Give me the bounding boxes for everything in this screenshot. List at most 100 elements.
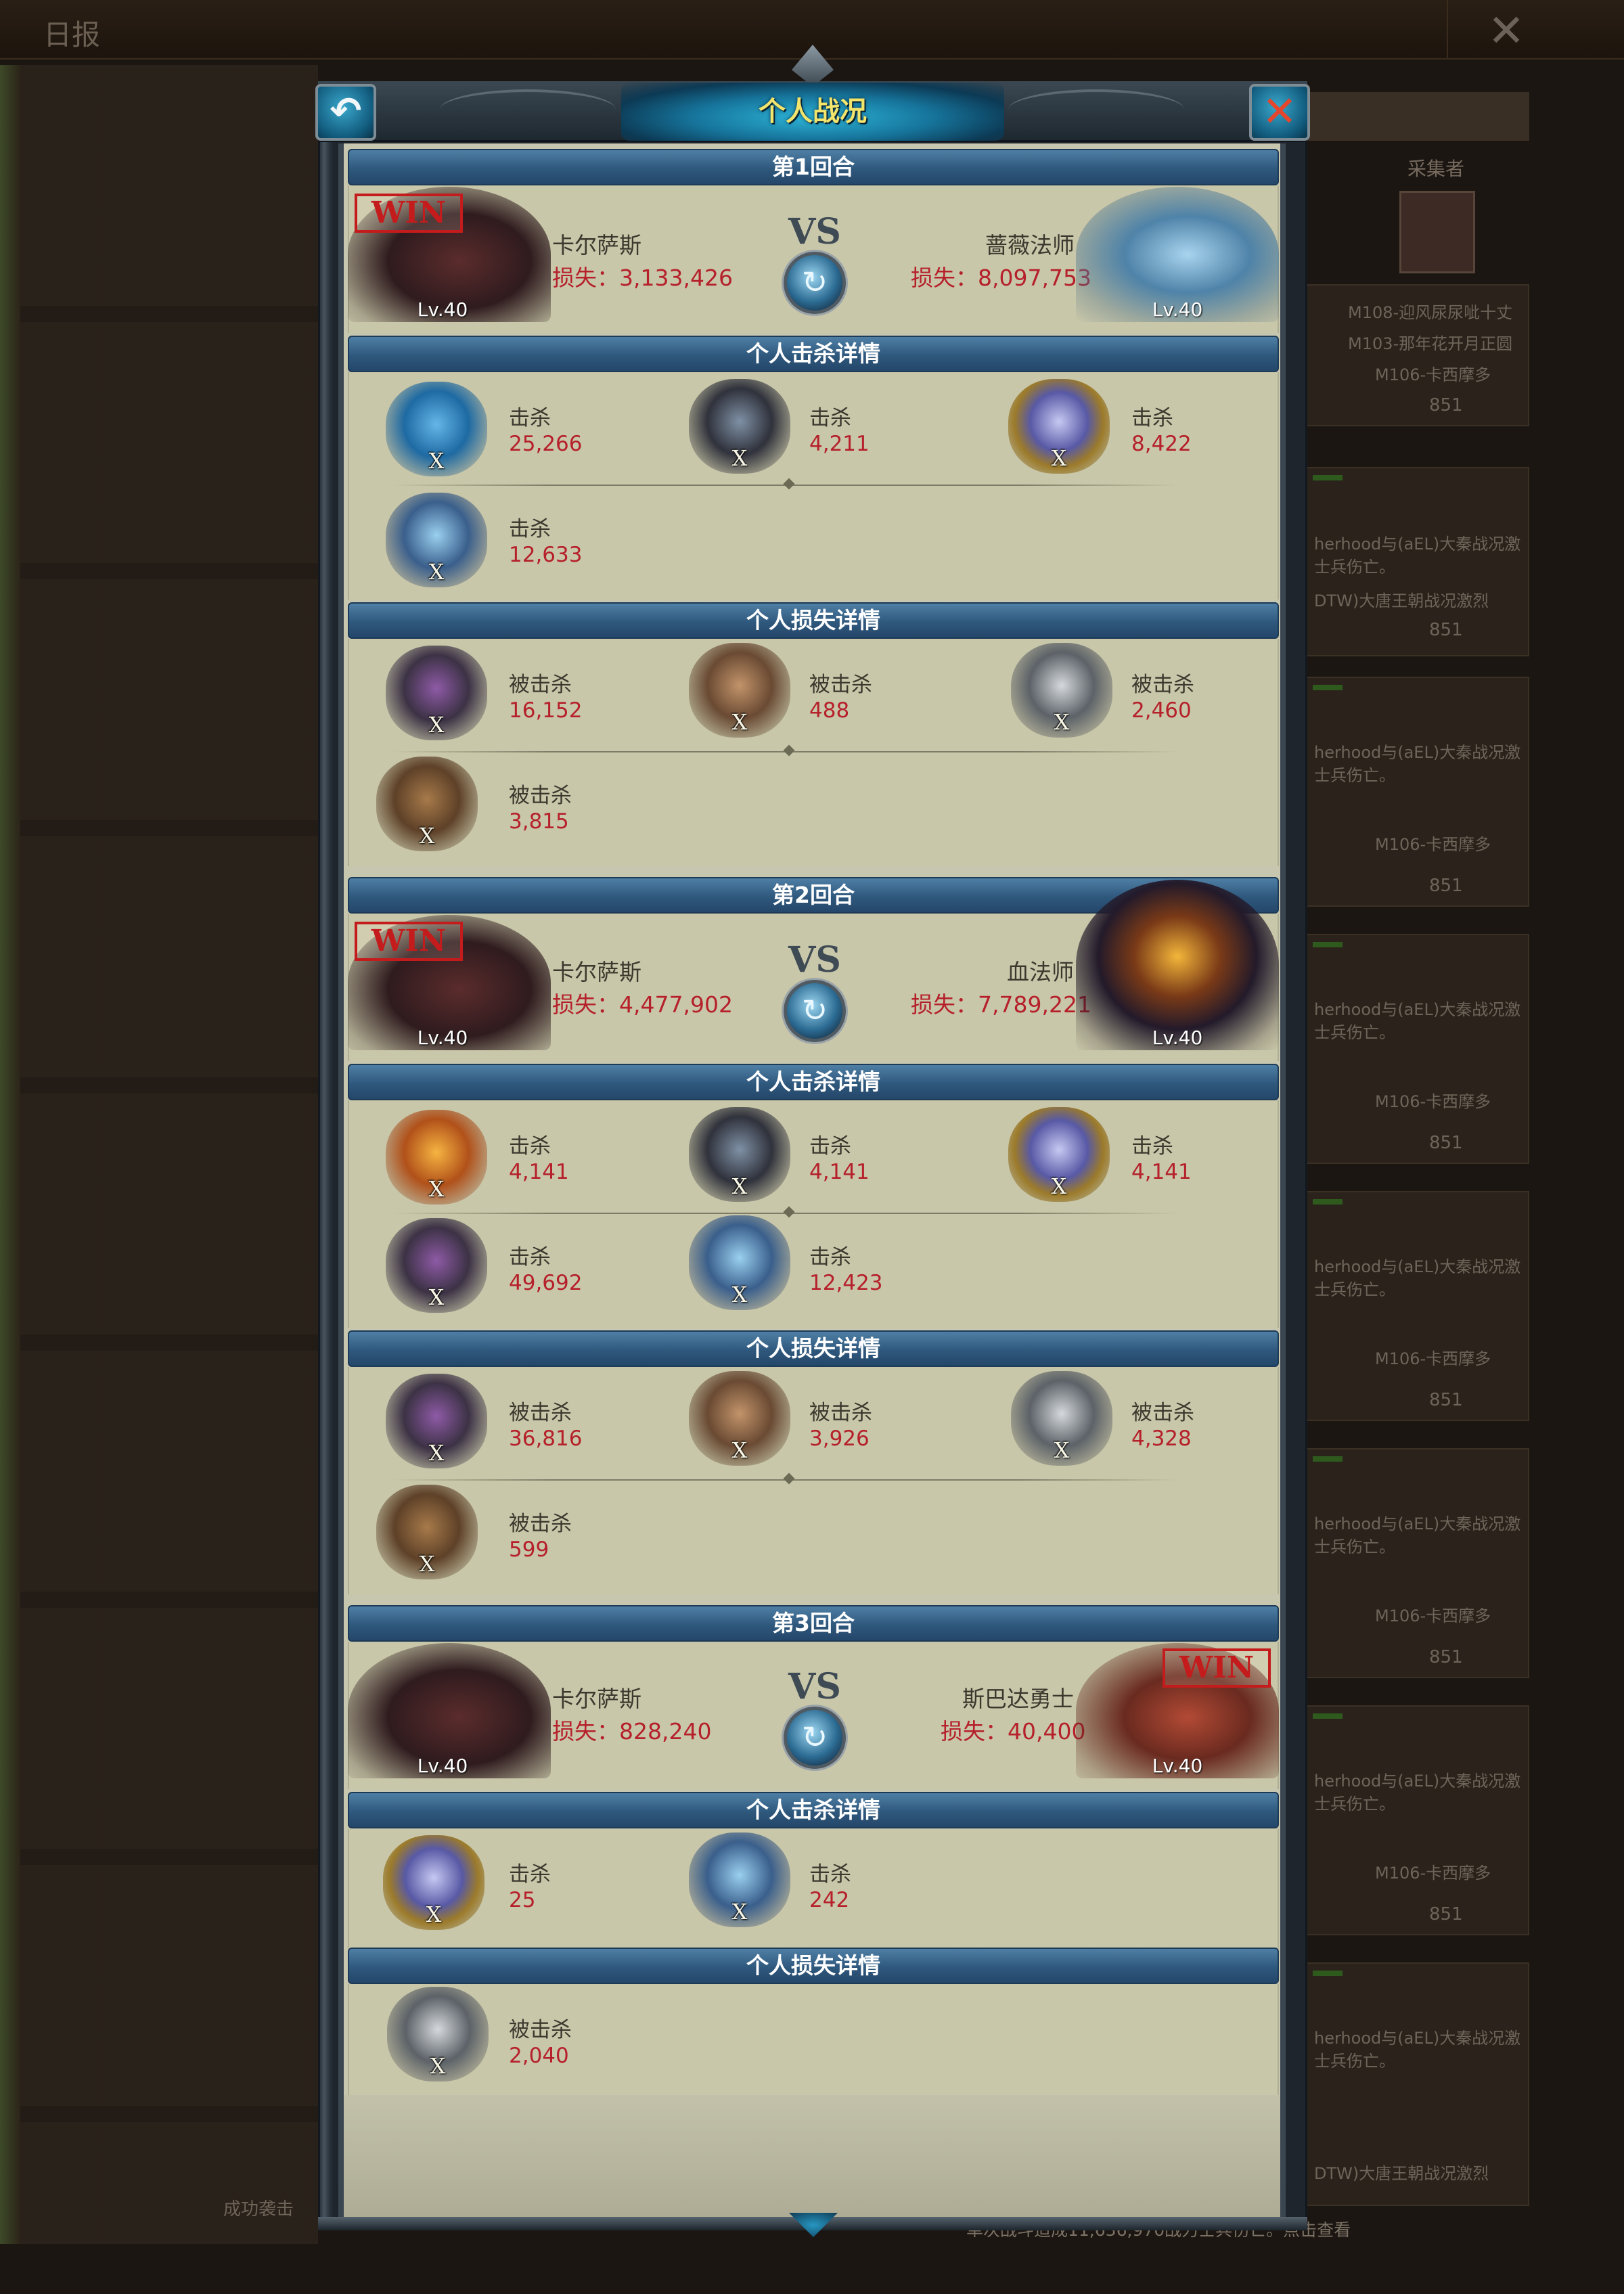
unit-card[interactable]: X — [386, 493, 487, 587]
entry-count: 851 — [1429, 1904, 1463, 1925]
unit-card[interactable]: X — [386, 1110, 487, 1205]
kill-label: 击杀 — [1131, 1134, 1173, 1159]
back-button[interactable]: ↶ — [315, 84, 376, 141]
unit-card[interactable]: X — [689, 379, 790, 474]
win-badge: WIN — [1163, 1648, 1271, 1688]
replay-orb-icon[interactable]: ↻ — [784, 1707, 846, 1769]
unit-card[interactable]: X — [689, 1215, 790, 1310]
attacker-loss: 损失：828,240 — [552, 1718, 712, 1745]
unit-card[interactable]: X — [689, 1371, 790, 1466]
kill-label: 击杀 — [809, 1862, 851, 1887]
unit-card[interactable]: X — [386, 382, 487, 476]
report-entry[interactable]: herhood与(aEL)大秦战况激 士兵伤亡。 M106-卡西摩多 851 — [1306, 1448, 1529, 1678]
defender-portrait[interactable]: WIN Lv.40 — [1076, 1643, 1279, 1778]
unit-x-mark: X — [731, 1282, 748, 1307]
attacker-portrait[interactable]: Lv.40 — [348, 1643, 551, 1778]
entry-tag — [1313, 685, 1343, 690]
kill-value: 8,422 — [1131, 432, 1192, 456]
close-button[interactable]: ✕ — [1249, 84, 1310, 141]
collector-column-label: 采集者 — [1407, 158, 1465, 180]
attacker-loss: 损失：3,133,426 — [552, 265, 733, 291]
entry-text: DTW)大唐王朝战况激烈 — [1314, 2164, 1489, 2183]
entry-tag — [1313, 942, 1343, 947]
report-column-header — [1306, 92, 1529, 141]
report-entry[interactable]: herhood与(aEL)大秦战况激 士兵伤亡。 M106-卡西摩多 851 — [1306, 1705, 1529, 1935]
dialog-footer-area — [344, 2095, 1280, 2217]
unit-card[interactable]: X — [689, 1832, 790, 1927]
entry-text: 士兵伤亡。 — [1314, 558, 1395, 577]
entry-text: 士兵伤亡。 — [1314, 1537, 1395, 1556]
unit-x-mark: X — [419, 823, 435, 849]
unit-x-mark: X — [428, 1284, 445, 1310]
report-side-text: 成功袭击 — [223, 2199, 294, 2220]
defender-portrait[interactable]: Lv.40 — [1076, 880, 1279, 1050]
attacker-portrait[interactable]: WIN Lv.40 — [348, 915, 551, 1050]
kill-value: 25 — [509, 1888, 536, 1912]
unit-x-mark: X — [1054, 709, 1070, 735]
killed-label: 被击杀 — [509, 1401, 572, 1425]
kill-label: 击杀 — [1131, 406, 1173, 430]
unit-x-mark: X — [428, 448, 445, 474]
report-title: 日报 — [43, 18, 101, 51]
attacker-portrait[interactable]: WIN Lv.40 — [348, 187, 551, 322]
unit-x-mark: X — [426, 1902, 442, 1927]
entry-text: M106-卡西摩多 — [1375, 1606, 1491, 1625]
entry-count: 851 — [1429, 395, 1463, 415]
round-3-header: 第3回合 — [348, 1605, 1279, 1642]
unit-card[interactable]: X — [1008, 1107, 1110, 1202]
killed-label: 被击杀 — [509, 673, 572, 697]
report-entry[interactable]: herhood与(aEL)大秦战况激 士兵伤亡。 DTW)大唐王朝战况激烈 — [1306, 1962, 1529, 2206]
blood-mage-portrait-icon — [1076, 880, 1279, 1050]
unit-card[interactable]: X — [1008, 379, 1110, 474]
replay-orb-icon[interactable]: ↻ — [784, 252, 846, 314]
entry-text: herhood与(aEL)大秦战况激 — [1314, 1514, 1521, 1533]
unit-x-mark: X — [731, 1899, 748, 1925]
header-divider — [1447, 0, 1448, 58]
kill-value: 242 — [809, 1888, 850, 1912]
defender-name: 斯巴达勇士 — [962, 1686, 1074, 1712]
unit-x-mark: X — [428, 559, 445, 585]
report-entry[interactable]: herhood与(aEL)大秦战况激 士兵伤亡。 DTW)大唐王朝战况激烈 85… — [1306, 467, 1529, 656]
killed-value: 599 — [509, 1537, 549, 1562]
unit-card[interactable]: X — [1011, 1371, 1112, 1466]
unit-card[interactable]: X — [1011, 643, 1112, 738]
unit-card[interactable]: X — [386, 1218, 487, 1313]
report-entry[interactable]: herhood与(aEL)大秦战况激 士兵伤亡。 M106-卡西摩多 851 — [1306, 934, 1529, 1164]
entry-text: M103-那年花开月正圆 — [1348, 334, 1513, 353]
unit-card[interactable]: X — [386, 1374, 487, 1468]
unit-card[interactable]: X — [689, 1107, 790, 1202]
report-close-icon[interactable]: ✕ — [1482, 7, 1531, 55]
round-1-loss-header: 个人损失详情 — [348, 602, 1279, 639]
report-entry[interactable]: herhood与(aEL)大秦战况激 士兵伤亡。 M106-卡西摩多 851 — [1306, 677, 1529, 907]
unit-card[interactable]: X — [376, 757, 478, 851]
report-list-left — [20, 65, 318, 2244]
entry-text: M106-卡西摩多 — [1375, 1349, 1491, 1368]
hero-level: Lv.40 — [1152, 1027, 1203, 1049]
unit-x-mark: X — [731, 1437, 748, 1463]
replay-orb-icon[interactable]: ↻ — [784, 980, 846, 1042]
frame-ornament — [440, 89, 616, 130]
kill-value: 4,141 — [1131, 1160, 1192, 1184]
defender-portrait[interactable]: Lv.40 — [1076, 187, 1279, 322]
kill-value: 4,141 — [809, 1160, 870, 1184]
entry-text: 士兵伤亡。 — [1314, 2052, 1395, 2071]
win-badge: WIN — [355, 194, 463, 233]
report-entry[interactable]: M108-迎风尿尿呲十丈 M103-那年花开月正圆 M106-卡西摩多 851 — [1306, 284, 1529, 426]
entry-text: 士兵伤亡。 — [1314, 1280, 1395, 1299]
unit-card[interactable]: X — [376, 1485, 478, 1579]
unit-x-mark: X — [419, 1551, 435, 1577]
killed-value: 3,926 — [809, 1426, 870, 1451]
unit-card[interactable]: X — [689, 643, 790, 738]
unit-x-mark: X — [428, 1440, 445, 1466]
killed-value: 2,040 — [509, 2044, 569, 2068]
unit-card[interactable]: X — [386, 646, 487, 740]
killed-value: 488 — [809, 698, 850, 723]
entry-text: 士兵伤亡。 — [1314, 1795, 1395, 1814]
defender-name: 血法师 — [1007, 959, 1074, 985]
unit-card[interactable]: X — [387, 1987, 489, 2082]
unit-card[interactable]: X — [383, 1835, 484, 1930]
row-divider — [392, 751, 1177, 752]
entry-text: herhood与(aEL)大秦战况激 — [1314, 1257, 1521, 1276]
defender-loss: 损失：8,097,753 — [911, 265, 1091, 291]
report-entry[interactable]: herhood与(aEL)大秦战况激 士兵伤亡。 M106-卡西摩多 851 — [1306, 1191, 1529, 1421]
